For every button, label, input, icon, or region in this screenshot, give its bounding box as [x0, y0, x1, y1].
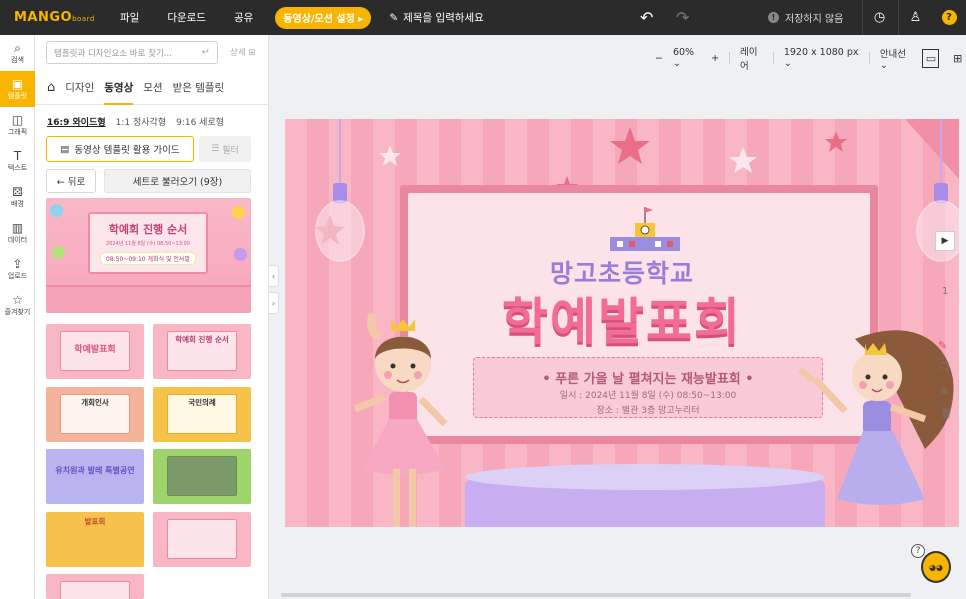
ratio-filter: 16:9 와이드형 1:1 정사각형 9:16 세로형 — [47, 115, 224, 128]
template-thumbnail[interactable]: 개회인사 — [46, 387, 144, 442]
rail-favorites[interactable]: ☆ 즐겨찾기 — [0, 287, 35, 323]
panel-tabs: ⌂ 디자인 동영상 모션 받은 템플릿 — [35, 71, 269, 105]
background-icon: ⚄ — [12, 185, 23, 199]
page-number: 1 — [942, 286, 949, 297]
load-set-button[interactable]: 세트로 불러오기 (9장) — [104, 169, 251, 193]
title-input[interactable]: ✎ 제목을 입력하세요 — [389, 10, 589, 25]
mango-mascot-icon[interactable]: ◕◕ — [921, 551, 951, 583]
help-question-icon[interactable]: ? — [911, 544, 925, 558]
layer-button[interactable]: 레이어 — [740, 44, 763, 72]
top-bar: MANGOboard 파일 다운로드 공유 동영상/모션 설정 ▸ ✎ 제목을 … — [0, 0, 966, 35]
template-thumbnail[interactable]: 국민의례 — [153, 387, 251, 442]
ratio-vertical[interactable]: 9:16 세로형 — [176, 115, 224, 128]
menu-download[interactable]: 다운로드 — [167, 10, 206, 25]
rail-template[interactable]: ▣ 템플릿 — [0, 71, 35, 107]
document-icon: ▤ — [60, 143, 70, 155]
rail-graphic[interactable]: ◫ 그래픽 — [0, 107, 35, 143]
detail-search-button[interactable]: 상세 ⊞ — [230, 46, 255, 58]
save-status-text: 저장하지 않음 — [785, 14, 844, 25]
rail-data[interactable]: ▥ 데이터 — [0, 215, 35, 251]
tab-video[interactable]: 동영상 — [104, 71, 134, 105]
video-template-guide-button[interactable]: ▤ 동영상 템플릿 활용 가이드 — [46, 136, 194, 162]
template-thumbnail[interactable]: 학예회 진행 순서 — [153, 324, 251, 379]
thumb-stage — [46, 285, 251, 313]
thumb-board: 학예회 진행 순서 2024년 11월 8일 (수) 08:50~13:00 0… — [88, 212, 208, 274]
back-button[interactable]: ← 뒤로 — [46, 169, 96, 193]
rail-background[interactable]: ⚄ 배경 — [0, 179, 35, 215]
template-panel: 템플릿과 디자인요소 바로 찾기... ↵ 상세 ⊞ ⌂ 디자인 동영상 모션 … — [35, 35, 269, 599]
upload-icon: ⇪ — [12, 257, 23, 271]
template-thumbnail[interactable] — [153, 512, 251, 567]
save-status: ! 저장하지 않음 — [768, 0, 843, 35]
play-button[interactable]: ▶ — [935, 231, 955, 251]
duplicate-icon[interactable]: ⊕ — [940, 386, 948, 397]
divider — [772, 52, 774, 64]
enter-icon[interactable]: ↵ — [202, 47, 210, 58]
filter-button[interactable]: ☰ 필터 — [199, 136, 251, 162]
tab-design[interactable]: 디자인 — [65, 71, 94, 105]
star-icon: ☆ — [12, 293, 23, 307]
panel-expand-handle[interactable]: › — [269, 292, 279, 314]
text-icon: T — [13, 149, 22, 163]
zoom-in-button[interactable]: + — [711, 53, 719, 64]
video-motion-settings-button[interactable]: 동영상/모션 설정 ▸ — [275, 6, 372, 29]
ratio-wide[interactable]: 16:9 와이드형 — [47, 115, 106, 128]
menu-share[interactable]: 공유 — [234, 10, 253, 25]
brush-icon[interactable]: ✎ — [938, 339, 947, 352]
ratio-square[interactable]: 1:1 정사각형 — [116, 115, 166, 128]
user-icon[interactable]: ♙ — [898, 0, 932, 35]
zoom-out-button[interactable]: − — [655, 53, 663, 64]
search-icon: ⌕ — [14, 41, 21, 55]
template-search-input[interactable]: 템플릿과 디자인요소 바로 찾기... ↵ — [46, 41, 218, 64]
filter-icon: ☰ — [211, 144, 223, 154]
single-view-icon[interactable]: ▭ — [922, 48, 940, 68]
template-thumbnail[interactable] — [153, 449, 251, 504]
undo-icon[interactable]: ↶ — [640, 8, 653, 27]
decor-ball — [232, 206, 245, 219]
guide-select[interactable]: 안내선 ⌄ — [880, 46, 913, 71]
template-thumbnail[interactable] — [46, 574, 144, 599]
logo[interactable]: MANGOboard — [14, 10, 106, 25]
template-thumbnail[interactable]: 유치원과 발레 특별공연 — [46, 449, 144, 504]
home-icon[interactable]: ⌂ — [47, 80, 55, 95]
divider — [868, 52, 870, 64]
horizontal-scrollbar[interactable] — [281, 593, 911, 597]
help-button[interactable]: ? — [932, 0, 966, 35]
copy-icon[interactable]: ❐ — [940, 362, 949, 373]
menu-file[interactable]: 파일 — [120, 10, 139, 25]
decor-ball — [234, 248, 247, 261]
trash-icon[interactable]: 🗑 — [940, 409, 953, 420]
ballerina-right-illustration — [797, 330, 954, 505]
zoom-select[interactable]: 60% ⌄ — [673, 47, 701, 69]
divider — [729, 52, 730, 64]
help-icon: ? — [941, 10, 957, 25]
template-icon: ▣ — [11, 77, 24, 91]
redo-icon[interactable]: ↷ — [676, 8, 689, 27]
editor-toolbar: − 60% ⌄ + 레이어 1920 x 1080 px ⌄ 안내선 ⌄ ▭ ⊞ — [655, 44, 966, 72]
tab-received-templates[interactable]: 받은 템플릿 — [173, 71, 225, 105]
title-placeholder: 제목을 입력하세요 — [403, 12, 484, 24]
rail-upload[interactable]: ⇪ 업로드 — [0, 251, 35, 287]
decor-ball — [52, 246, 65, 259]
rail-search[interactable]: ⌕ 검색 — [0, 35, 35, 71]
panel-collapse-handle[interactable]: ‹ — [269, 265, 279, 287]
grid-view-icon[interactable]: ⊞ — [949, 49, 966, 68]
graphic-icon: ◫ — [11, 113, 24, 127]
history-icon[interactable]: ◷ — [862, 0, 896, 35]
decor-ball — [50, 204, 63, 217]
rail-text[interactable]: T 텍스트 — [0, 143, 35, 179]
canvas-size-select[interactable]: 1920 x 1080 px ⌄ — [784, 47, 859, 69]
chart-icon: ▥ — [11, 221, 24, 235]
template-thumbnail[interactable]: 학예발표회 — [46, 324, 144, 379]
left-rail: ⌕ 검색 ▣ 템플릿 ◫ 그래픽 T 텍스트 ⚄ 배경 ▥ 데이터 ⇪ 업로드 ☆ 즐겨찾기 — [0, 35, 35, 599]
info-icon: ! — [768, 12, 779, 23]
design-canvas[interactable]: 망고초등학교 학예발표회 • 푸른 가을 날 펼쳐지는 재능발표회 • 일시 :… — [285, 119, 959, 527]
template-thumbnail[interactable]: 발표회 — [46, 512, 144, 567]
pencil-icon: ✎ — [389, 11, 399, 24]
tab-motion[interactable]: 모션 — [143, 71, 162, 105]
template-thumbnail-main[interactable]: 학예회 진행 순서 2024년 11월 8일 (수) 08:50~13:00 0… — [46, 198, 251, 313]
